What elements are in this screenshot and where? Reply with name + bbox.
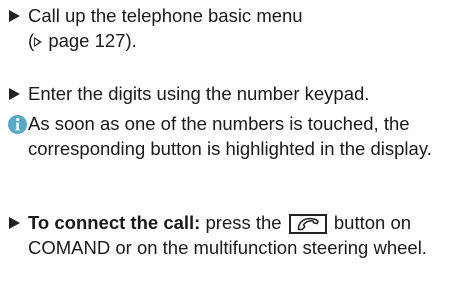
step-connect-call: To connect the call: press the button on… (8, 210, 460, 260)
step-marker (8, 81, 28, 106)
page-reference[interactable]: ( page 127). (28, 30, 137, 51)
note-highlight: As soon as one of the numbers is touched… (8, 111, 460, 161)
arrow-bullet-icon (9, 87, 20, 100)
step-text: Call up the telephone basic menu ( page … (28, 3, 460, 53)
page-reference-icon (34, 37, 43, 47)
step-text: To connect the call: press the button on… (28, 210, 460, 260)
step-line: Call up the telephone basic menu (28, 5, 303, 26)
manual-page: Call up the telephone basic menu ( page … (0, 0, 467, 297)
connect-text-before: press the (200, 212, 287, 233)
arrow-bullet-icon (9, 9, 20, 22)
info-icon (8, 114, 27, 134)
step-marker (8, 3, 28, 28)
step-marker (8, 210, 28, 235)
step-text: Enter the digits using the number keypad… (28, 83, 370, 104)
note-text: As soon as one of the numbers is touched… (28, 113, 432, 159)
step-call-up-menu: Call up the telephone basic menu ( page … (8, 3, 460, 53)
arrow-bullet-icon (9, 216, 20, 229)
note-marker (8, 111, 28, 136)
phone-call-button-icon (288, 214, 327, 234)
handset-icon (297, 217, 319, 231)
step-enter-digits: Enter the digits using the number keypad… (8, 81, 460, 106)
connect-heading: To connect the call: (28, 212, 201, 233)
